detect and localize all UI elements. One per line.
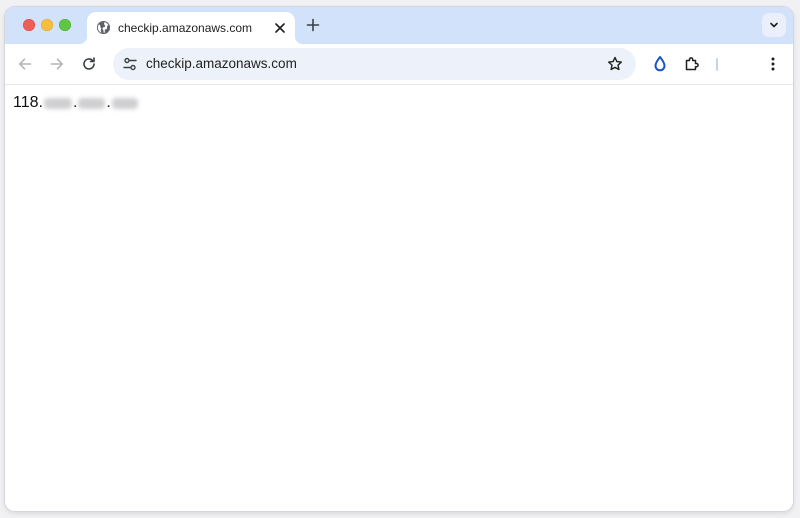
kebab-menu-icon[interactable] [763,54,783,74]
star-icon[interactable] [606,55,624,73]
address-bar[interactable]: checkip.amazonaws.com [113,48,636,80]
page-content: 118... [5,85,793,511]
close-icon[interactable] [273,21,287,35]
zoom-window-button[interactable] [59,19,71,31]
minimize-window-button[interactable] [41,19,53,31]
puzzle-icon[interactable] [682,54,702,74]
toolbar-divider [716,58,718,71]
ip-separator: . [106,94,111,111]
title-bar: checkip.amazonaws.com [5,7,793,44]
redacted-segment [43,97,72,109]
tune-icon[interactable] [122,56,138,72]
chevron-down-icon [770,22,778,28]
tab-checkip[interactable]: checkip.amazonaws.com [79,12,303,44]
url-text[interactable]: checkip.amazonaws.com [146,56,297,71]
droplet-icon[interactable] [650,54,670,74]
tab-search-button[interactable] [762,13,786,37]
browser-window: checkip.amazonaws.com checkip.amazonaws.… [5,7,793,511]
redacted-segment [111,97,138,109]
toolbar: checkip.amazonaws.com [5,44,793,85]
redacted-segment [78,97,106,109]
tab-title: checkip.amazonaws.com [118,21,253,35]
ip-separator: . [72,94,78,111]
arrow-right-icon[interactable] [47,54,67,74]
arrow-left-icon[interactable] [15,54,35,74]
close-window-button[interactable] [23,19,35,31]
ip-address: 118... [13,94,139,112]
ip-separator: . [38,94,43,111]
globe-icon [96,20,111,35]
ip-prefix: 118 [13,94,39,111]
plus-icon[interactable] [305,17,321,33]
reload-icon[interactable] [79,54,99,74]
